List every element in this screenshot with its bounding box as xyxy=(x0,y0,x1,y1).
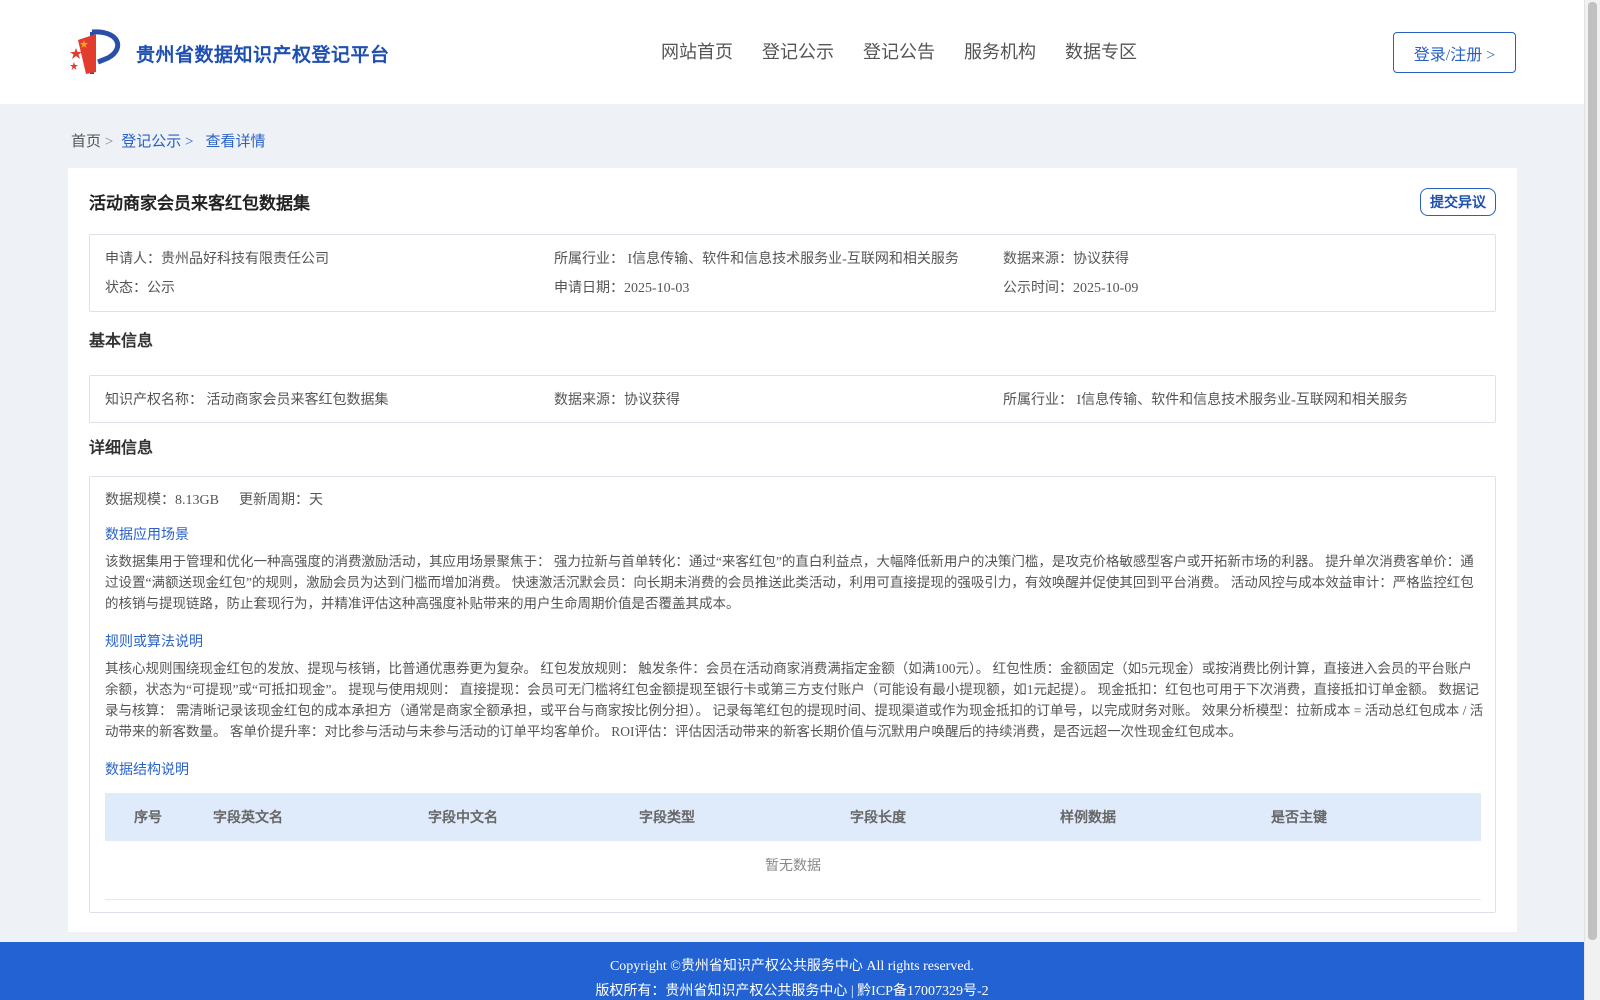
rule-algorithm-text: 其核心规则围绕现金红包的发放、提现与核销，比普通优惠券更为复杂。 红包发放规则：… xyxy=(105,661,1484,739)
main-nav: 网站首页 登记公示 登记公告 服务机构 数据专区 xyxy=(661,38,1137,64)
col-index: 序号 xyxy=(134,811,162,826)
nav-registration-publicity[interactable]: 登记公示 xyxy=(762,38,834,64)
application-scene-heading: 数据应用场景 xyxy=(105,528,189,543)
basic-info-heading: 基本信息 xyxy=(89,333,154,350)
site-title: 贵州省数据知识产权登记平台 xyxy=(136,44,390,66)
publish-date: 公示时间：2025-10-09 xyxy=(1003,281,1139,296)
site-header: 贵州省数据知识产权登记平台 网站首页 登记公示 登记公告 服务机构 数据专区 登… xyxy=(0,0,1584,104)
col-field-cn: 字段中文名 xyxy=(428,811,498,826)
site-logo[interactable]: 贵州省数据知识产权登记平台 xyxy=(70,26,390,80)
col-field-type: 字段类型 xyxy=(639,811,695,826)
nav-service-agencies[interactable]: 服务机构 xyxy=(964,38,1036,64)
nav-data-zone[interactable]: 数据专区 xyxy=(1065,38,1137,64)
detail-card: 活动商家会员来客红包数据集 提交异议 申请人：贵州品好科技有限责任公司 所属行业… xyxy=(68,168,1517,932)
apply-date: 申请日期：2025-10-03 xyxy=(554,281,690,296)
nav-home[interactable]: 网站首页 xyxy=(661,38,733,64)
basic-industry: 所属行业： I信息传输、软件和信息技术服务业-互联网和相关服务 xyxy=(1003,393,1408,408)
data-source: 数据来源：协议获得 xyxy=(1003,252,1129,267)
nav-registration-announcement[interactable]: 登记公告 xyxy=(863,38,935,64)
logo-emblem-icon xyxy=(70,26,130,80)
breadcrumb-home[interactable]: 首页 > xyxy=(71,130,113,151)
meta-line: 数据规模：8.13GB 更新周期：天 xyxy=(105,489,323,509)
table-empty-text: 暂无数据 xyxy=(765,859,821,874)
status: 状态：公示 xyxy=(105,281,175,296)
applicant: 申请人：贵州品好科技有限责任公司 xyxy=(105,252,329,267)
dataset-title: 活动商家会员来客红包数据集 xyxy=(89,194,310,213)
breadcrumb: 首页 > 登记公示 > 查看详情 xyxy=(71,130,265,151)
page-scrollbar[interactable] xyxy=(1584,0,1600,1000)
footer-copyright: Copyright ©贵州省知识产权公共服务中心 All rights rese… xyxy=(609,959,975,974)
footer-owner-icp: 版权所有：贵州省知识产权公共服务中心 | 黔ICP备17007329号-2 xyxy=(595,984,989,999)
detail-info-panel: 数据规模：8.13GB 更新周期：天 数据应用场景 该数据集用于管理和优化一种高强… xyxy=(89,476,1496,913)
table-divider xyxy=(105,899,1481,900)
summary-panel: 申请人：贵州品好科技有限责任公司 所属行业： I信息传输、软件和信息技术服务业-… xyxy=(89,234,1496,312)
data-scale: 数据规模：8.13GB xyxy=(105,493,219,508)
structure-table-header: 序号 字段英文名 字段中文名 字段类型 字段长度 样例数据 是否主键 xyxy=(105,793,1481,841)
col-primary-key: 是否主键 xyxy=(1271,811,1327,826)
update-cycle: 更新周期：天 xyxy=(238,493,323,508)
col-field-length: 字段长度 xyxy=(850,811,906,826)
application-scene-text: 该数据集用于管理和优化一种高强度的消费激励活动，其应用场景聚焦于： 强力拉新与首… xyxy=(105,554,1474,611)
scrollbar-thumb[interactable] xyxy=(1588,2,1597,940)
breadcrumb-registration-publicity[interactable]: 登记公示 > xyxy=(121,130,193,151)
col-sample-data: 样例数据 xyxy=(1060,811,1116,826)
data-structure-heading: 数据结构说明 xyxy=(105,763,189,778)
submit-objection-button[interactable]: 提交异议 xyxy=(1420,188,1496,216)
basic-data-source: 数据来源：协议获得 xyxy=(554,393,680,408)
login-register-button[interactable]: 登录/注册 > xyxy=(1393,32,1516,73)
basic-info-panel: 知识产权名称： 活动商家会员来客红包数据集 数据来源：协议获得 所属行业： I信… xyxy=(89,375,1496,423)
col-field-en: 字段英文名 xyxy=(213,811,283,826)
breadcrumb-current: 查看详情 xyxy=(205,134,266,150)
site-footer: Copyright ©贵州省知识产权公共服务中心 All rights rese… xyxy=(0,942,1584,1000)
industry: 所属行业： I信息传输、软件和信息技术服务业-互联网和相关服务 xyxy=(554,252,959,267)
ip-name: 知识产权名称： 活动商家会员来客红包数据集 xyxy=(105,393,389,408)
rule-algorithm-heading: 规则或算法说明 xyxy=(105,635,203,650)
detail-info-heading: 详细信息 xyxy=(89,440,154,457)
